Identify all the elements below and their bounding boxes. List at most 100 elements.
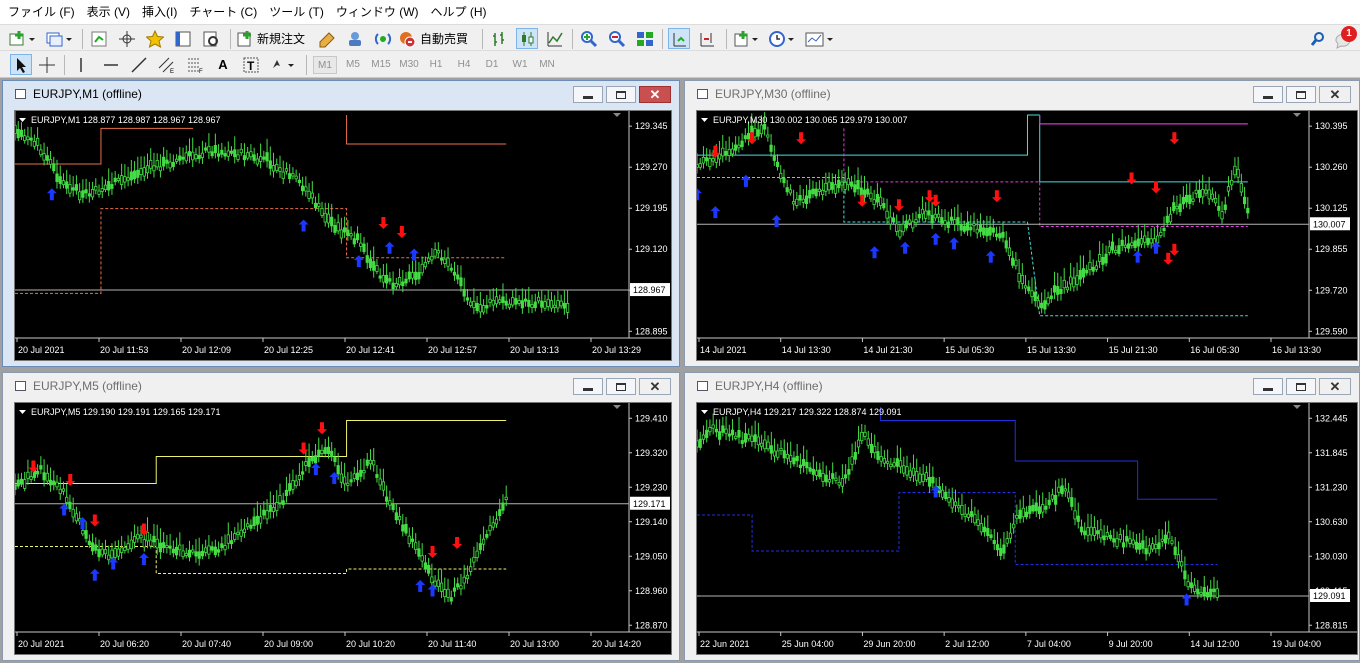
bar-chart-icon[interactable] [488, 28, 510, 49]
chart-window-icon [697, 381, 708, 391]
minimize-button[interactable] [1253, 86, 1283, 103]
data-window-icon[interactable] [116, 28, 138, 49]
terminal-icon[interactable] [172, 28, 194, 49]
price-chart[interactable]: EURJPY,M1 128.877 128.987 128.967 128.96… [14, 110, 672, 361]
y-tick-label: 129.050 [635, 551, 668, 561]
y-tick-label: 129.230 [635, 482, 668, 492]
signals-icon[interactable] [372, 28, 394, 49]
window-title-bar[interactable]: EURJPY,M5 (offline) ✕ [3, 373, 679, 399]
equidistant-channel-icon[interactable]: E [156, 54, 178, 75]
x-tick-label: 20 Jul 12:25 [264, 345, 313, 355]
timeframe-h4[interactable]: H4 [452, 56, 476, 74]
close-button[interactable]: ✕ [639, 378, 671, 395]
text-label-icon[interactable]: T [240, 54, 262, 75]
line-studies-toolbar: E F A T M1 M5 M15 M30 H1 H4 D1 W1 MN [0, 51, 1360, 78]
chart-window-eurjpy-h4[interactable]: EURJPY,H4 (offline) ✕ EURJPY,H4 129.217 12… [684, 372, 1360, 661]
restore-button[interactable] [606, 86, 636, 103]
text-tool-icon[interactable]: A [212, 54, 234, 75]
market-watch-icon[interactable] [88, 28, 110, 49]
community-icon[interactable] [344, 28, 366, 49]
y-tick-label: 128.815 [1315, 620, 1348, 630]
minimize-button[interactable] [573, 378, 603, 395]
restore-icon [1296, 90, 1306, 99]
metaeditor-icon[interactable] [316, 28, 338, 49]
y-tick-label: 132.445 [1315, 413, 1348, 423]
price-chart[interactable]: EURJPY,M30 130.002 130.065 129.979 130.0… [696, 110, 1358, 361]
chart-shift-icon[interactable] [696, 28, 718, 49]
chart-header: EURJPY,H4 129.217 129.322 128.874 129.09… [713, 407, 902, 417]
price-chart[interactable]: EURJPY,M5 129.190 129.191 129.165 129.17… [14, 402, 672, 655]
x-tick-label: 20 Jul 12:09 [182, 345, 231, 355]
y-tick-label: 128.960 [635, 586, 668, 596]
arrows-button[interactable] [268, 54, 298, 75]
close-button[interactable]: ✕ [1319, 378, 1351, 395]
horizontal-line-icon[interactable] [100, 54, 122, 75]
chart-header: EURJPY,M1 128.877 128.987 128.967 128.96… [31, 115, 220, 125]
y-tick-label: 129.195 [635, 203, 668, 213]
timeframe-d1[interactable]: D1 [480, 56, 504, 74]
cursor-icon[interactable] [10, 54, 32, 75]
restore-button[interactable] [1286, 86, 1316, 103]
timeframe-h1[interactable]: H1 [424, 56, 448, 74]
auto-scroll-icon[interactable] [668, 28, 690, 49]
restore-button[interactable] [1286, 378, 1316, 395]
trendline-icon[interactable] [128, 54, 150, 75]
standard-toolbar: 新規注文 自動売買 1 [0, 24, 1360, 51]
zoom-in-icon[interactable] [578, 28, 600, 49]
window-title: EURJPY,M1 (offline) [33, 87, 142, 101]
candlestick-chart-icon[interactable] [516, 28, 538, 49]
y-tick-label: 130.395 [1315, 121, 1348, 131]
minimize-button[interactable] [573, 86, 603, 103]
price-chart[interactable]: EURJPY,H4 129.217 129.322 128.874 129.09… [696, 402, 1358, 655]
periods-button[interactable] [768, 28, 798, 49]
timeframe-m5[interactable]: M5 [341, 56, 365, 74]
menu-help[interactable]: ヘルプ (H) [425, 0, 493, 24]
notifications-icon[interactable]: 1 [1334, 26, 1358, 49]
auto-trading-button[interactable]: 自動売買 [398, 28, 472, 49]
x-tick-label: 15 Jul 13:30 [1027, 345, 1076, 355]
minimize-button[interactable] [1253, 378, 1283, 395]
y-tick-label: 129.171 [633, 499, 666, 509]
chart-canvas: EURJPY,M30 130.002 130.065 129.979 130.0… [697, 111, 1357, 360]
templates-button[interactable] [804, 28, 836, 49]
close-button[interactable]: ✕ [639, 86, 671, 103]
new-chart-button[interactable] [8, 28, 38, 49]
menu-charts[interactable]: チャート (C) [183, 0, 263, 24]
y-tick-label: 129.345 [635, 121, 668, 131]
timeframe-w1[interactable]: W1 [508, 56, 532, 74]
navigator-icon[interactable] [144, 28, 166, 49]
timeframe-m30[interactable]: M30 [396, 56, 422, 74]
menu-view[interactable]: 表示 (V) [81, 0, 136, 24]
menu-file[interactable]: ファイル (F) [2, 0, 81, 24]
strategy-tester-icon[interactable] [200, 28, 222, 49]
window-title-bar[interactable]: EURJPY,M1 (offline) ✕ [3, 81, 679, 107]
line-chart-icon[interactable] [544, 28, 566, 49]
restore-button[interactable] [606, 378, 636, 395]
window-title: EURJPY,H4 (offline) [715, 379, 823, 393]
menu-insert[interactable]: 挿入(I) [136, 0, 183, 24]
indicators-button[interactable] [732, 28, 762, 49]
y-tick-label: 128.895 [635, 326, 668, 336]
chart-window-eurjpy-m30[interactable]: EURJPY,M30 (offline) ✕ EURJPY,M30 130.002 … [684, 80, 1360, 367]
menu-tools[interactable]: ツール (T) [263, 0, 330, 24]
window-title-bar[interactable]: EURJPY,H4 (offline) ✕ [685, 373, 1359, 399]
minimize-icon [1263, 387, 1273, 391]
menu-window[interactable]: ウィンドウ (W) [330, 0, 425, 24]
timeframe-m15[interactable]: M15 [368, 56, 394, 74]
crosshair-icon[interactable] [36, 54, 58, 75]
fibonacci-icon[interactable]: F [184, 54, 206, 75]
tile-windows-icon[interactable] [634, 28, 656, 49]
y-tick-label: 129.270 [635, 162, 668, 172]
close-button[interactable]: ✕ [1319, 86, 1351, 103]
timeframe-mn[interactable]: MN [535, 56, 559, 74]
new-order-button[interactable]: 新規注文 [236, 28, 310, 49]
chart-window-eurjpy-m5[interactable]: EURJPY,M5 (offline) ✕ EURJPY,M5 129.190 12… [2, 372, 680, 661]
x-tick-label: 20 Jul 10:20 [346, 639, 395, 649]
vertical-line-icon[interactable] [70, 54, 92, 75]
window-title-bar[interactable]: EURJPY,M30 (offline) ✕ [685, 81, 1359, 107]
chart-window-eurjpy-m1[interactable]: EURJPY,M1 (offline) ✕ EURJPY,M1 128.877 12… [2, 80, 680, 367]
search-icon[interactable] [1307, 28, 1329, 49]
zoom-out-icon[interactable] [606, 28, 628, 49]
timeframe-m1[interactable]: M1 [313, 56, 337, 74]
profiles-button[interactable] [44, 28, 74, 49]
